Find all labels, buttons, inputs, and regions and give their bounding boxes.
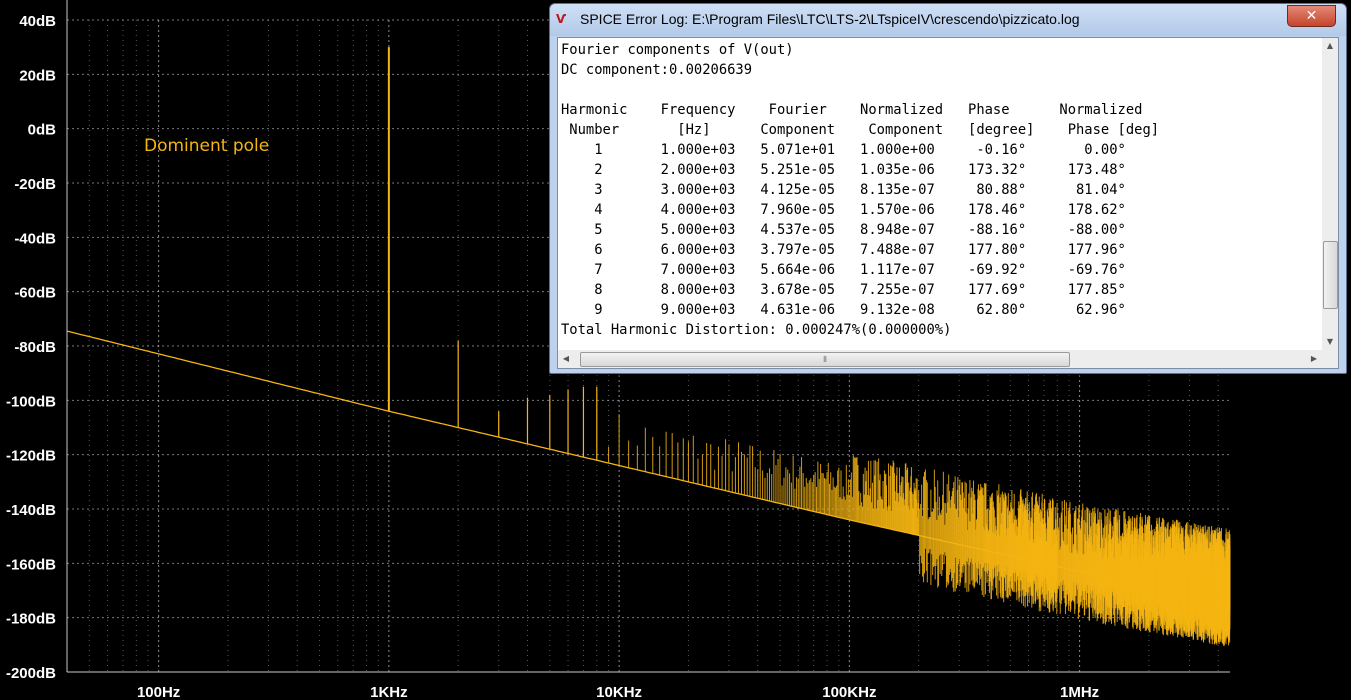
close-button[interactable]: ✕: [1287, 5, 1336, 27]
log-line: 4 4.000e+03 7.960e-05 1.570e-06 178.46° …: [561, 202, 1126, 218]
y-tick-label: 20dB: [19, 67, 56, 84]
y-tick-label: -140dB: [6, 502, 56, 519]
horizontal-scrollbar[interactable]: ◀ ⦀ ▶: [558, 350, 1322, 368]
log-line: Total Harmonic Distortion: 0.000247%(0.0…: [561, 322, 952, 338]
log-line: 3 3.000e+03 4.125e-05 8.135e-07 80.88° 8…: [561, 182, 1126, 198]
scroll-down-icon[interactable]: ▼: [1322, 334, 1338, 350]
y-tick-label: 40dB: [19, 13, 56, 30]
log-line: Harmonic Frequency Fourier Normalized Ph…: [561, 102, 1143, 118]
x-tick-label: 1KHz: [370, 684, 408, 700]
log-line: 7 7.000e+03 5.664e-06 1.117e-07 -69.92° …: [561, 262, 1126, 278]
window-title: SPICE Error Log: E:\Program Files\LTC\LT…: [580, 11, 1080, 27]
x-tick-label: 1MHz: [1060, 684, 1099, 700]
log-line: 2 2.000e+03 5.251e-05 1.035e-06 173.32° …: [561, 162, 1126, 178]
y-tick-label: -20dB: [14, 176, 56, 193]
log-lines: Fourier components of V(out) DC componen…: [561, 40, 1319, 340]
log-line: Fourier components of V(out): [561, 42, 794, 58]
ltspice-icon: Ѵ: [556, 12, 567, 26]
y-tick-label: -160dB: [6, 556, 56, 573]
x-tick-label: 100Hz: [137, 684, 180, 700]
y-tick-label: -200dB: [6, 665, 56, 682]
y-tick-label: -80dB: [14, 339, 56, 356]
y-tick-label: -180dB: [6, 611, 56, 628]
scroll-right-icon[interactable]: ▶: [1306, 350, 1322, 368]
horizontal-scroll-thumb[interactable]: ⦀: [580, 352, 1070, 367]
vertical-scrollbar[interactable]: ▲ ▼: [1322, 38, 1338, 350]
y-tick-label: -60dB: [14, 285, 56, 302]
log-line: Number [Hz] Component Component [degree]…: [561, 122, 1160, 138]
y-tick-label: -40dB: [14, 230, 56, 247]
log-line: 9 9.000e+03 4.631e-06 9.132e-08 62.80° 6…: [561, 302, 1126, 318]
log-text[interactable]: Fourier components of V(out) DC componen…: [561, 40, 1319, 350]
y-tick-label: -120dB: [6, 448, 56, 465]
y-tick-label: -100dB: [6, 393, 56, 410]
log-line: DC component:0.00206639: [561, 62, 753, 78]
annotation-dominent-pole: Dominent pole: [144, 136, 270, 156]
vertical-scroll-thumb[interactable]: [1323, 241, 1338, 309]
x-tick-label: 100KHz: [822, 684, 876, 700]
log-line: 8 8.000e+03 3.678e-05 7.255e-07 177.69° …: [561, 282, 1126, 298]
scroll-corner: [1322, 350, 1338, 368]
scroll-left-icon[interactable]: ◀: [558, 350, 574, 368]
log-line: 6 6.000e+03 3.797e-05 7.488e-07 177.80° …: [561, 242, 1126, 258]
scroll-up-icon[interactable]: ▲: [1322, 38, 1338, 54]
y-tick-label: 0dB: [28, 122, 57, 139]
spice-error-log-window[interactable]: Ѵ SPICE Error Log: E:\Program Files\LTC\…: [549, 3, 1347, 374]
log-content[interactable]: Fourier components of V(out) DC componen…: [557, 37, 1339, 369]
x-tick-label: 10KHz: [596, 684, 642, 700]
log-line: 1 1.000e+03 5.071e+01 1.000e+00 -0.16° 0…: [561, 142, 1126, 158]
log-line: 5 5.000e+03 4.537e-05 8.948e-07 -88.16° …: [561, 222, 1126, 238]
title-bar[interactable]: Ѵ SPICE Error Log: E:\Program Files\LTC\…: [550, 4, 1346, 36]
